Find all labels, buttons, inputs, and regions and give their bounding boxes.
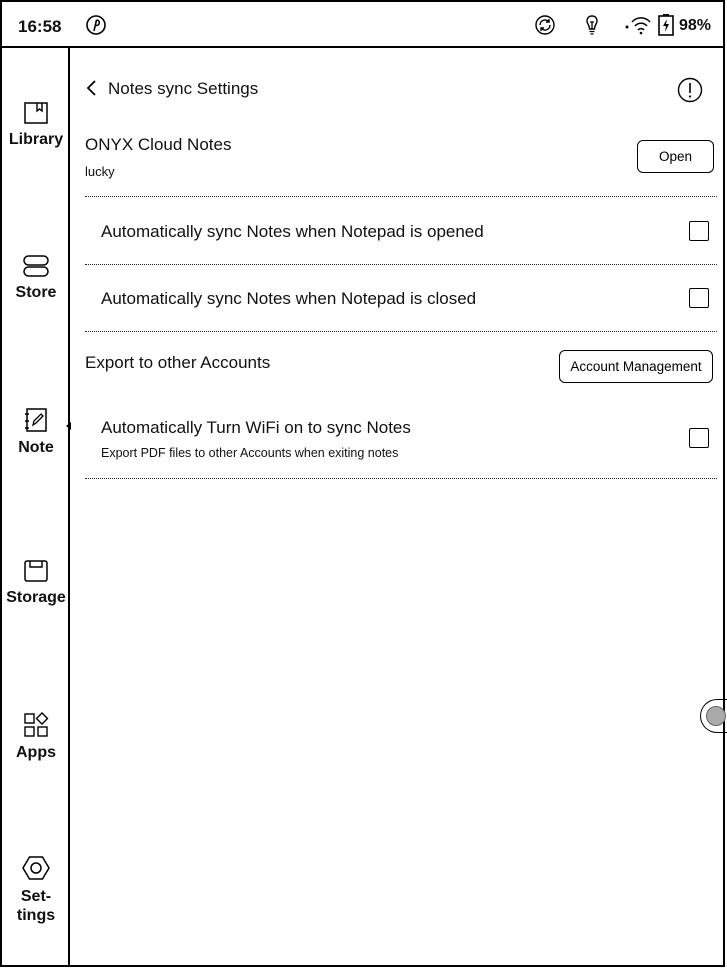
sync-on-close-label: Automatically sync Notes when Notepad is… <box>101 289 477 308</box>
settings-panel: Notes sync Settings ONYX Cloud Notes luc… <box>70 48 725 965</box>
battery-percent: 98% <box>679 17 712 34</box>
storage-icon <box>24 560 48 582</box>
sidebar-item-label: Storage <box>6 589 66 606</box>
page-title[interactable]: Notes sync Settings <box>108 79 258 99</box>
sidebar-item-label: Library <box>8 131 64 148</box>
sync-on-open-checkbox[interactable] <box>689 221 709 241</box>
floating-assistive-button[interactable] <box>700 699 727 733</box>
battery-icon <box>658 14 674 36</box>
floating-ball-icon <box>706 706 726 726</box>
divider <box>85 196 717 197</box>
back-chevron-icon[interactable] <box>85 79 99 97</box>
wifi-sync-description: Export PDF files to other Accounts when … <box>101 446 399 460</box>
info-icon[interactable] <box>677 77 703 103</box>
sidebar-item-settings[interactable]: Set- tings <box>2 853 70 925</box>
note-pen-icon <box>25 408 47 432</box>
hexagon-gear-icon <box>22 856 50 880</box>
cloud-account-name: lucky <box>85 164 115 179</box>
sidebar-item-label: Store <box>15 284 57 301</box>
p-notification-icon <box>86 15 106 35</box>
divider <box>85 264 717 265</box>
account-management-button[interactable]: Account Management <box>559 350 713 383</box>
wifi-sync-checkbox[interactable] <box>689 428 709 448</box>
apps-grid-icon <box>24 712 49 737</box>
status-time: 16:58 <box>18 17 62 36</box>
store-icon <box>23 255 49 277</box>
sync-icon <box>535 15 555 35</box>
sidebar-item-library[interactable]: Library <box>2 100 70 149</box>
sync-on-close-checkbox[interactable] <box>689 288 709 308</box>
open-button[interactable]: Open <box>637 140 714 173</box>
divider <box>85 331 717 332</box>
sidebar-item-label: Apps <box>16 744 56 761</box>
sidebar-item-storage[interactable]: Storage <box>2 558 70 607</box>
sidebar: Library Store Note Storage Apps Set- tin… <box>2 48 71 965</box>
sidebar-item-store[interactable]: Store <box>2 253 70 302</box>
cloud-notes-title: ONYX Cloud Notes <box>85 135 232 154</box>
wifi-icon <box>625 17 651 35</box>
sidebar-item-note[interactable]: Note <box>2 406 71 457</box>
divider <box>85 478 717 479</box>
sidebar-item-label: Note <box>18 439 54 456</box>
sidebar-item-label: Set- tings <box>16 888 56 924</box>
lightbulb-icon <box>586 15 598 35</box>
status-bar: 16:58 98% <box>2 2 725 48</box>
wifi-sync-label: Automatically Turn WiFi on to sync Notes <box>101 418 411 437</box>
sync-on-open-label: Automatically sync Notes when Notepad is… <box>101 222 484 241</box>
export-accounts-title: Export to other Accounts <box>85 353 271 372</box>
sidebar-item-apps[interactable]: Apps <box>2 711 70 762</box>
book-icon <box>24 102 48 124</box>
